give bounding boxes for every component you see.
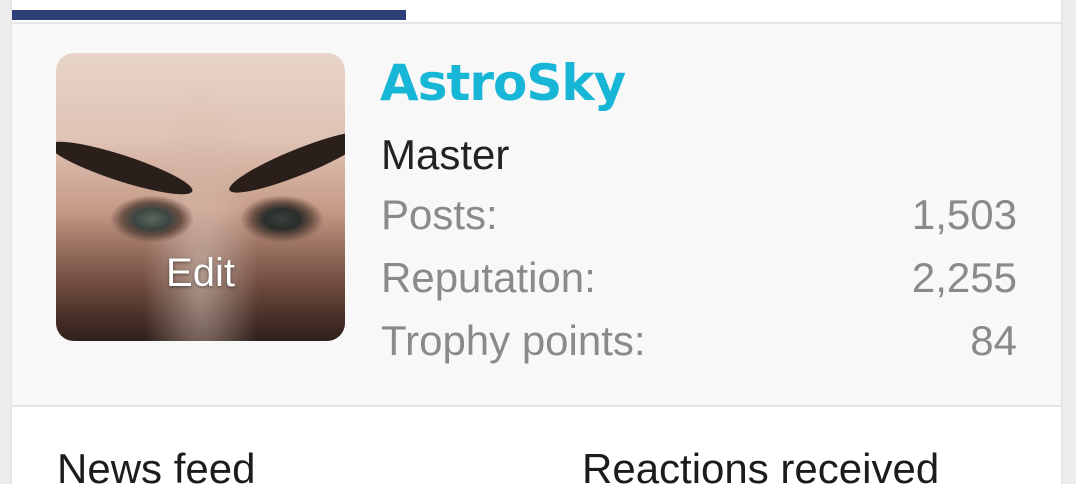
username-link[interactable]: AstroSky [380,54,626,112]
stat-label: Reputation: [381,254,596,301]
stat-value[interactable]: 2,255 [912,254,1017,302]
stat-label: Trophy points: [381,317,646,364]
stat-row-trophy-points: Trophy points: 84 [381,317,1017,367]
stat-value[interactable]: 84 [970,317,1017,365]
top-tab-bar [12,0,1061,24]
profile-card: Edit AstroSky Master Posts: 1,503 Reputa… [11,0,1062,484]
stat-label: Posts: [381,191,498,238]
active-tab-indicator [12,10,406,20]
avatar-edit-button[interactable]: Edit [56,251,345,296]
stat-row-reputation: Reputation: 2,255 [381,254,1017,304]
profile-header: Edit AstroSky Master Posts: 1,503 Reputa… [12,24,1061,407]
profile-tabs: News feed Reactions received [12,407,1061,484]
stat-row-posts: Posts: 1,503 [381,191,1017,241]
stat-value[interactable]: 1,503 [912,191,1017,239]
tab-reactions-received[interactable]: Reactions received [582,445,939,484]
avatar[interactable]: Edit [56,53,345,341]
user-title: Master [381,131,510,178]
avatar-overlay [56,53,345,341]
tab-news-feed[interactable]: News feed [57,445,255,484]
